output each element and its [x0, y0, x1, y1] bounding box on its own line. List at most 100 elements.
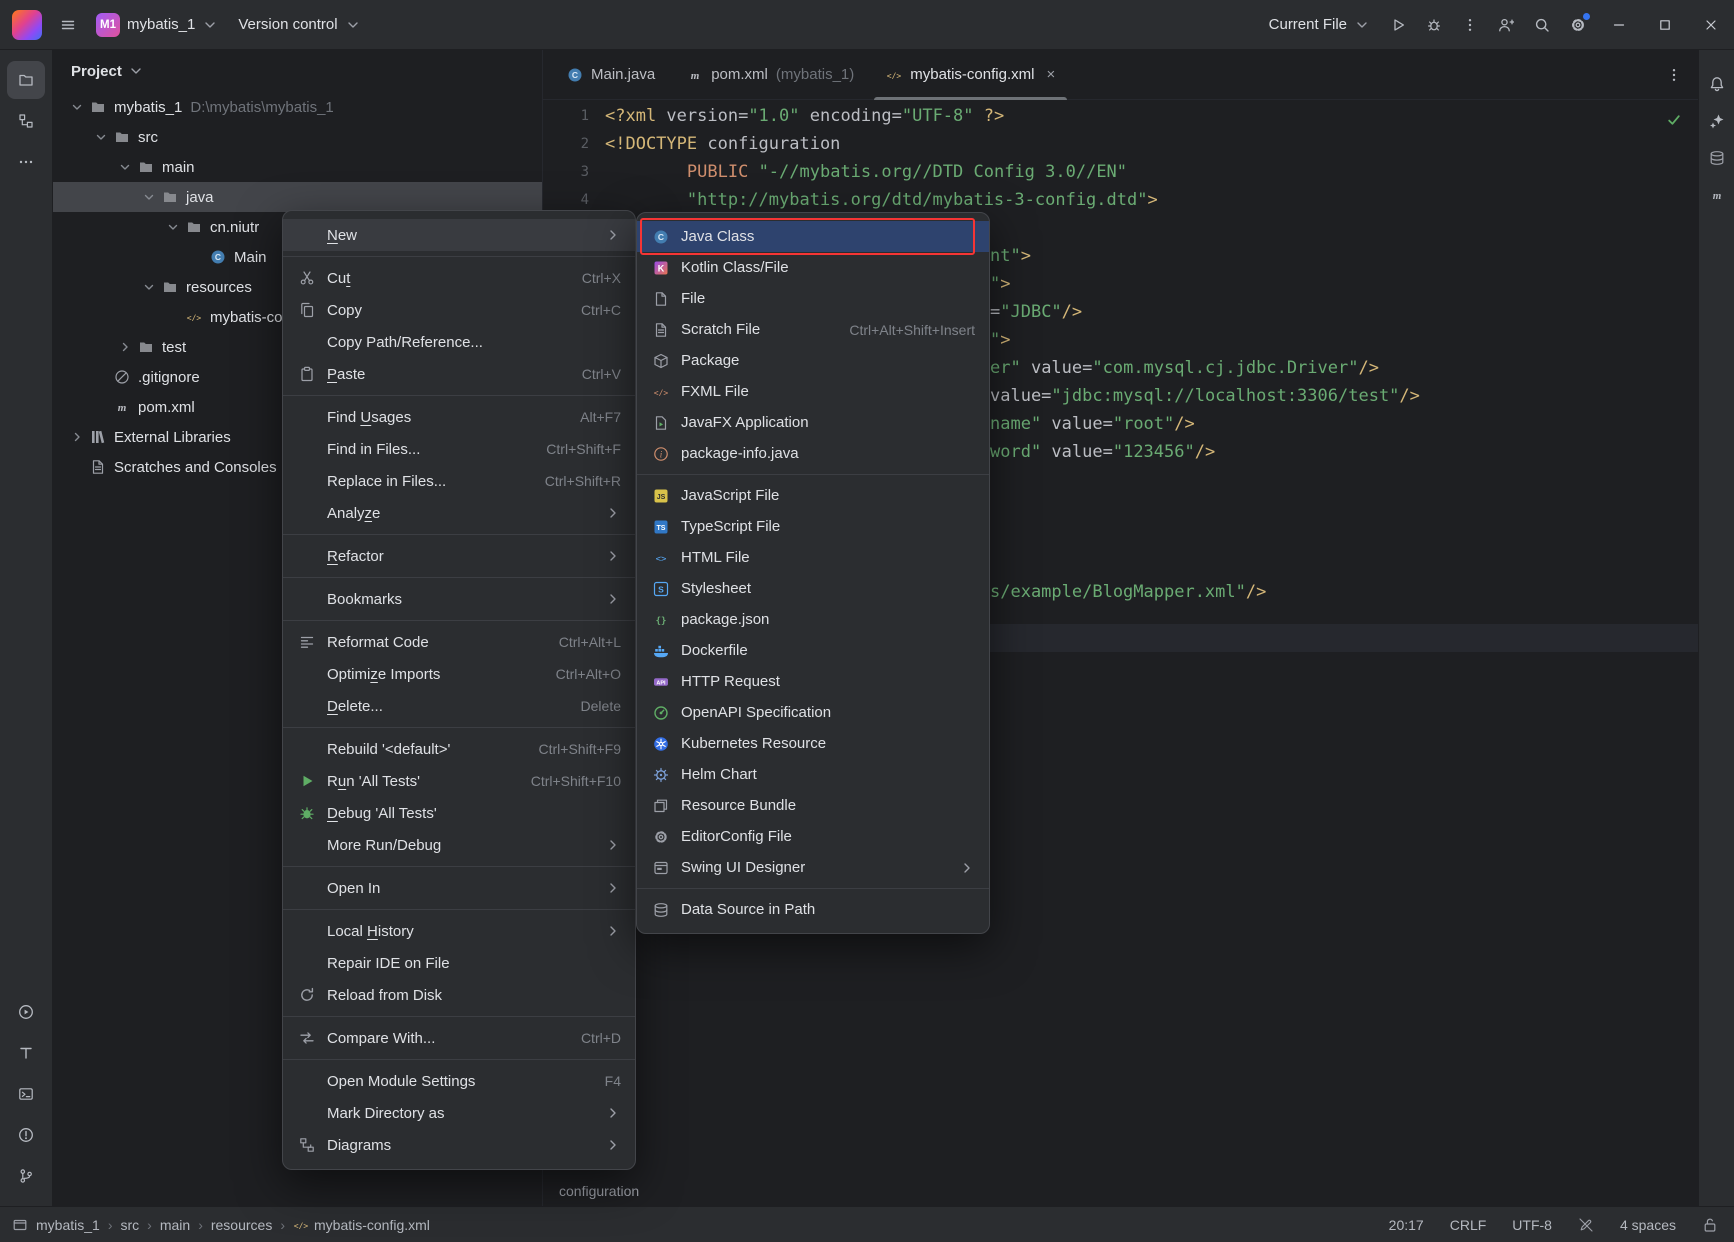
- menu-item-rebuild-default[interactable]: Rebuild '<default>'Ctrl+Shift+F9: [283, 733, 635, 765]
- chevron-expanded-icon[interactable]: [139, 279, 159, 295]
- line-separator[interactable]: CRLF: [1450, 1217, 1487, 1233]
- todo-tool-button[interactable]: [7, 1034, 45, 1072]
- search-everywhere-icon[interactable]: [1524, 7, 1560, 43]
- file-encoding[interactable]: UTF-8: [1512, 1217, 1552, 1233]
- problems-tool-button[interactable]: [7, 1116, 45, 1154]
- close-button[interactable]: [1688, 0, 1734, 50]
- code-line[interactable]: 3 PUBLIC "-//mybatis.org//DTD Config 3.0…: [543, 158, 1127, 186]
- menu-item-refactor[interactable]: Refactor: [283, 540, 635, 572]
- breadcrumb-item[interactable]: src: [120, 1217, 139, 1233]
- menu-item-analyze[interactable]: Analyze: [283, 497, 635, 529]
- menu-item-package[interactable]: Package: [637, 345, 989, 376]
- code-fragment[interactable]: ">: [990, 326, 1011, 354]
- chevron-collapsed-icon[interactable]: [115, 339, 135, 355]
- breadcrumb-item[interactable]: main: [160, 1217, 190, 1233]
- debug-button[interactable]: [1416, 7, 1452, 43]
- project-panel-header[interactable]: Project: [53, 50, 542, 92]
- code-fragment[interactable]: word" value="123456"/>: [990, 438, 1215, 466]
- caret-position[interactable]: 20:17: [1389, 1217, 1424, 1233]
- menu-item-cut[interactable]: CutCtrl+X: [283, 262, 635, 294]
- editor-tab-pom-xml[interactable]: mpom.xml(mybatis_1): [671, 50, 870, 99]
- readonly-indicator-icon[interactable]: [1578, 1217, 1594, 1233]
- menu-item-kotlin-class-file[interactable]: KKotlin Class/File: [637, 252, 989, 283]
- ai-assistant-button[interactable]: [1702, 106, 1732, 136]
- tree-item-mybatis-1[interactable]: mybatis_1D:\mybatis\mybatis_1: [53, 92, 542, 122]
- main-menu-icon[interactable]: [50, 7, 86, 43]
- menu-item-dockerfile[interactable]: Dockerfile: [637, 635, 989, 666]
- menu-item-typescript-file[interactable]: TSTypeScript File: [637, 511, 989, 542]
- run-tool-button[interactable]: [7, 993, 45, 1031]
- code-fragment[interactable]: value="jdbc:mysql://localhost:3306/test"…: [990, 382, 1420, 410]
- lock-icon[interactable]: [1702, 1217, 1718, 1233]
- code-line[interactable]: 2<!DOCTYPE configuration: [543, 130, 840, 158]
- menu-item-open-module-settings[interactable]: Open Module SettingsF4: [283, 1065, 635, 1097]
- more-tool-windows-button[interactable]: [7, 143, 45, 181]
- project-widget[interactable]: M1 mybatis_1: [86, 7, 228, 43]
- menu-item-replace-in-files[interactable]: Replace in Files...Ctrl+Shift+R: [283, 465, 635, 497]
- menu-item-scratch-file[interactable]: Scratch FileCtrl+Alt+Shift+Insert: [637, 314, 989, 345]
- tree-item-main[interactable]: main: [53, 152, 542, 182]
- chevron-collapsed-icon[interactable]: [67, 429, 87, 445]
- code-with-me-icon[interactable]: [1488, 7, 1524, 43]
- structure-tool-button[interactable]: [7, 102, 45, 140]
- chevron-expanded-icon[interactable]: [67, 99, 87, 115]
- menu-item-bookmarks[interactable]: Bookmarks: [283, 583, 635, 615]
- menu-item-fxml-file[interactable]: </>FXML File: [637, 376, 989, 407]
- menu-item-open-in[interactable]: Open In: [283, 872, 635, 904]
- settings-icon[interactable]: [1560, 7, 1596, 43]
- menu-item-http-request[interactable]: APIHTTP Request: [637, 666, 989, 697]
- tab-options-icon[interactable]: [1666, 67, 1682, 83]
- code-fragment[interactable]: er" value="com.mysql.cj.jdbc.Driver"/>: [990, 354, 1379, 382]
- tree-item-java[interactable]: java: [53, 182, 542, 212]
- code-fragment[interactable]: name" value="root"/>: [990, 410, 1195, 438]
- maven-tool-button[interactable]: m: [1702, 180, 1732, 210]
- menu-item-stylesheet[interactable]: SStylesheet: [637, 573, 989, 604]
- code-fragment[interactable]: ">: [990, 270, 1011, 298]
- minimize-button[interactable]: [1596, 0, 1642, 50]
- menu-item-file[interactable]: File: [637, 283, 989, 314]
- inspections-ok-icon[interactable]: [1666, 112, 1682, 128]
- database-tool-button[interactable]: [1702, 143, 1732, 173]
- menu-item-more-run-debug[interactable]: More Run/Debug: [283, 829, 635, 861]
- menu-item-swing-ui-designer[interactable]: Swing UI Designer: [637, 852, 989, 883]
- menu-item-find-in-files[interactable]: Find in Files...Ctrl+Shift+F: [283, 433, 635, 465]
- chevron-expanded-icon[interactable]: [91, 129, 111, 145]
- menu-item-local-history[interactable]: Local History: [283, 915, 635, 947]
- vcs-widget[interactable]: Version control: [228, 10, 370, 39]
- menu-item-paste[interactable]: PasteCtrl+V: [283, 358, 635, 390]
- menu-item-reformat-code[interactable]: Reformat CodeCtrl+Alt+L: [283, 626, 635, 658]
- more-actions-icon[interactable]: [1452, 7, 1488, 43]
- menu-item-copy-path-reference[interactable]: Copy Path/Reference...: [283, 326, 635, 358]
- chevron-expanded-icon[interactable]: [139, 189, 159, 205]
- code-line[interactable]: 4 "http://mybatis.org/dtd/mybatis-3-conf…: [543, 186, 1158, 214]
- menu-item-html-file[interactable]: <>HTML File: [637, 542, 989, 573]
- code-line[interactable]: 1<?xml version="1.0" encoding="UTF-8" ?>: [543, 102, 1004, 130]
- menu-item-compare-with[interactable]: Compare With...Ctrl+D: [283, 1022, 635, 1054]
- run-config-widget[interactable]: Current File: [1259, 10, 1380, 39]
- menu-item-kubernetes-resource[interactable]: Kubernetes Resource: [637, 728, 989, 759]
- code-fragment[interactable]: ="JDBC"/>: [990, 298, 1082, 326]
- editor-tab-mybatis-config-xml[interactable]: </>mybatis-config.xml×: [870, 50, 1071, 99]
- menu-item-javafx-application[interactable]: JavaFX Application: [637, 407, 989, 438]
- menu-item-reload-from-disk[interactable]: Reload from Disk: [283, 979, 635, 1011]
- menu-item-package-json[interactable]: {}package.json: [637, 604, 989, 635]
- breadcrumb-item[interactable]: mybatis_1: [36, 1217, 100, 1233]
- project-tool-button[interactable]: [7, 61, 45, 99]
- chevron-expanded-icon[interactable]: [163, 219, 183, 235]
- menu-item-new[interactable]: New: [283, 219, 635, 251]
- tree-item-src[interactable]: src: [53, 122, 542, 152]
- maximize-button[interactable]: [1642, 0, 1688, 50]
- editor-tab-main-java[interactable]: CMain.java: [551, 50, 671, 99]
- code-fragment[interactable]: nt">: [990, 242, 1031, 270]
- menu-item-copy[interactable]: CopyCtrl+C: [283, 294, 635, 326]
- menu-item-repair-ide-on-file[interactable]: Repair IDE on File: [283, 947, 635, 979]
- menu-item-debug-all-tests[interactable]: Debug 'All Tests': [283, 797, 635, 829]
- menu-item-resource-bundle[interactable]: Resource Bundle: [637, 790, 989, 821]
- menu-item-data-source-in-path[interactable]: Data Source in Path: [637, 894, 989, 925]
- menu-item-find-usages[interactable]: Find UsagesAlt+F7: [283, 401, 635, 433]
- notifications-button[interactable]: [1702, 69, 1732, 99]
- close-tab-icon[interactable]: ×: [1046, 66, 1055, 83]
- breadcrumb-item[interactable]: </>mybatis-config.xml: [293, 1217, 430, 1233]
- menu-item-openapi-specification[interactable]: OpenAPI Specification: [637, 697, 989, 728]
- menu-item-run-all-tests[interactable]: Run 'All Tests'Ctrl+Shift+F10: [283, 765, 635, 797]
